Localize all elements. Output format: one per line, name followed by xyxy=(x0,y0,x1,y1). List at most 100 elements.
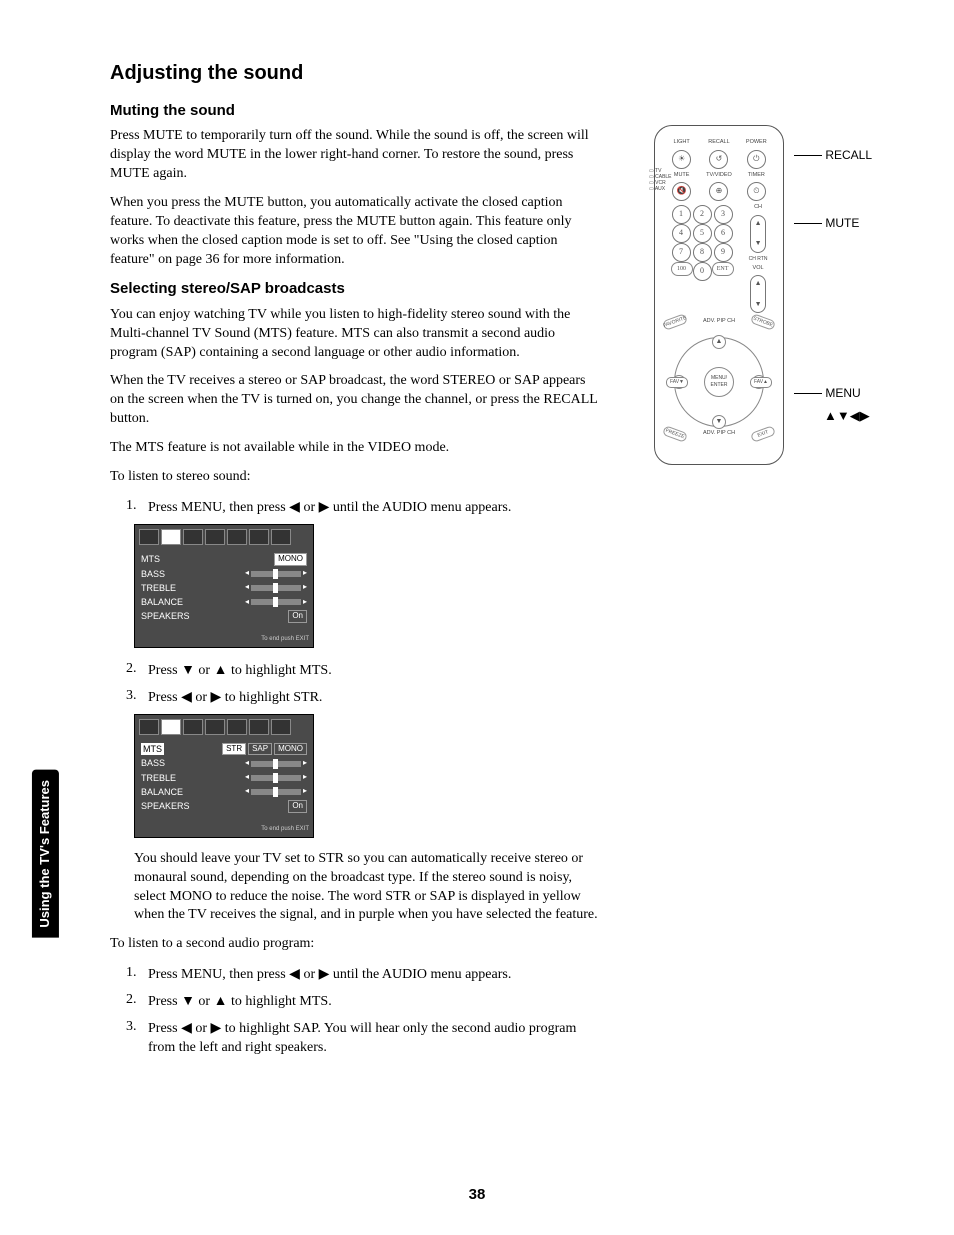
osd-label: BALANCE xyxy=(141,596,183,608)
dpad-down: ▼ xyxy=(712,415,726,429)
step-item: 1.Press MENU, then press ◀ or ▶ until th… xyxy=(126,497,600,518)
osd-label: TREBLE xyxy=(141,582,176,594)
osd-tab xyxy=(271,529,291,545)
osd-tab xyxy=(271,719,291,735)
osd-tab xyxy=(183,529,203,545)
ch-rocker: ▲▼ xyxy=(750,215,766,253)
osd-label: SPEAKERS xyxy=(141,610,190,622)
osd-slider xyxy=(251,761,301,767)
osd-label: SPEAKERS xyxy=(141,800,190,812)
light-button: ☀ xyxy=(672,150,691,169)
page-title: Adjusting the sound xyxy=(110,60,600,87)
para: You can enjoy watching TV while you list… xyxy=(110,306,600,363)
osd-slider xyxy=(251,571,301,577)
up-arrow-icon: ▲ xyxy=(214,661,228,677)
step-item: 3.Press ◀ or ▶ to highlight STR. xyxy=(126,687,600,708)
num-3: 3 xyxy=(714,205,733,224)
list-lead: To listen to a second audio program: xyxy=(110,935,600,954)
osd-label: BASS xyxy=(141,568,165,580)
right-arrow-icon: ▶ xyxy=(211,688,222,704)
mode-switch: ▭ TV ▭ CABLE ▭ VCR ▭ AUX xyxy=(649,168,672,192)
mute-button: 🔇 xyxy=(672,182,691,201)
osd-hint: To end push EXIT xyxy=(139,635,309,643)
num-100: 100 xyxy=(671,262,693,276)
osd-tab xyxy=(227,529,247,545)
vol-rocker: ▲▼ xyxy=(750,275,766,313)
num-2: 2 xyxy=(693,205,712,224)
callout-recall: RECALL xyxy=(825,148,872,162)
list-lead: To listen to stereo sound: xyxy=(110,468,600,487)
osd-slider xyxy=(251,775,301,781)
osd-tab-active xyxy=(161,529,181,545)
freeze-button: FREEZE xyxy=(662,425,688,443)
num-9: 9 xyxy=(714,243,733,262)
osd-option: SAP xyxy=(248,743,272,756)
osd-slider xyxy=(251,599,301,605)
osd-label: TREBLE xyxy=(141,772,176,784)
osd-tab xyxy=(139,719,159,735)
subheading-muting: Muting the sound xyxy=(110,101,600,121)
dpad: ▲ ▼ ◀ ▶ FAV▼ FAV▲ MENU/ ENTER xyxy=(674,337,764,427)
osd-slider xyxy=(251,789,301,795)
right-arrow-icon: ▶ xyxy=(319,965,330,981)
osd-tab-active xyxy=(161,719,181,735)
num-8: 8 xyxy=(693,243,712,262)
callout-mute: MUTE xyxy=(825,216,859,230)
note-para: You should leave your TV set to STR so y… xyxy=(134,850,600,926)
callout-menu: MENU xyxy=(825,386,860,400)
step-item: 2.Press ▼ or ▲ to highlight MTS. xyxy=(126,991,600,1012)
osd-label: BASS xyxy=(141,757,165,769)
adv-pip-label: ADV. PIP CH xyxy=(703,431,735,437)
strobe-button: STROBE xyxy=(750,313,776,331)
osd-value: On xyxy=(288,610,307,623)
fav-up-button: FAV▲ xyxy=(750,377,772,388)
para: When the TV receives a stereo or SAP bro… xyxy=(110,372,600,429)
osd-label: BALANCE xyxy=(141,786,183,798)
step-item: 1.Press MENU, then press ◀ or ▶ until th… xyxy=(126,964,600,985)
osd-option: STR xyxy=(222,743,246,756)
ent-button: ENT xyxy=(712,262,734,276)
osd-label-selected: MTS xyxy=(141,743,164,755)
num-6: 6 xyxy=(714,224,733,243)
osd-tab xyxy=(183,719,203,735)
osd-tab xyxy=(249,529,269,545)
osd-value: On xyxy=(288,800,307,813)
para: The MTS feature is not available while i… xyxy=(110,439,600,458)
menu-enter-button: MENU/ ENTER xyxy=(704,367,734,397)
osd-option: MONO xyxy=(274,743,307,756)
osd-slider xyxy=(251,585,301,591)
osd-hint: To end push EXIT xyxy=(139,825,309,833)
osd-tab xyxy=(227,719,247,735)
step-item: 3.Press ◀ or ▶ to highlight SAP. You wil… xyxy=(126,1018,600,1058)
osd-label: MTS xyxy=(141,553,160,565)
callout-arrows: ▲▼◀▶ xyxy=(824,407,870,425)
num-7: 7 xyxy=(672,243,691,262)
num-5: 5 xyxy=(693,224,712,243)
left-arrow-icon: ◀ xyxy=(289,498,300,514)
osd-tab xyxy=(205,529,225,545)
num-1: 1 xyxy=(672,205,691,224)
down-arrow-icon: ▼ xyxy=(181,661,195,677)
remote-diagram: ▭ TV ▭ CABLE ▭ VCR ▭ AUX LIGHTRECALLPOWE… xyxy=(654,125,884,465)
timer-button: ⏲ xyxy=(747,182,766,201)
up-arrow-icon: ▲ xyxy=(214,992,228,1008)
section-tab: Using the TV's Features xyxy=(32,770,59,938)
para: When you press the MUTE button, you auto… xyxy=(110,194,600,270)
fav-down-button: FAV▼ xyxy=(666,377,688,388)
page-number: 38 xyxy=(0,1185,954,1205)
power-button: ⏻ xyxy=(747,150,766,169)
right-arrow-icon: ▶ xyxy=(319,498,330,514)
left-arrow-icon: ◀ xyxy=(181,688,192,704)
left-arrow-icon: ◀ xyxy=(181,1019,192,1035)
left-arrow-icon: ◀ xyxy=(289,965,300,981)
osd-tab xyxy=(249,719,269,735)
favorite-button: FAVORITE xyxy=(662,313,688,331)
step-item: 2.Press ▼ or ▲ to highlight MTS. xyxy=(126,660,600,681)
osd-audio-menu-mts: MTSSTRSAPMONO BASS◂▸ TREBLE◂▸ BALANCE◂▸ … xyxy=(134,714,314,838)
osd-tab xyxy=(205,719,225,735)
right-arrow-icon: ▶ xyxy=(211,1019,222,1035)
exit-button: EXIT xyxy=(750,425,776,443)
num-4: 4 xyxy=(672,224,691,243)
subheading-stereo-sap: Selecting stereo/SAP broadcasts xyxy=(110,279,600,299)
osd-audio-menu: MTSMONO BASS◂▸ TREBLE◂▸ BALANCE◂▸ SPEAKE… xyxy=(134,524,314,648)
